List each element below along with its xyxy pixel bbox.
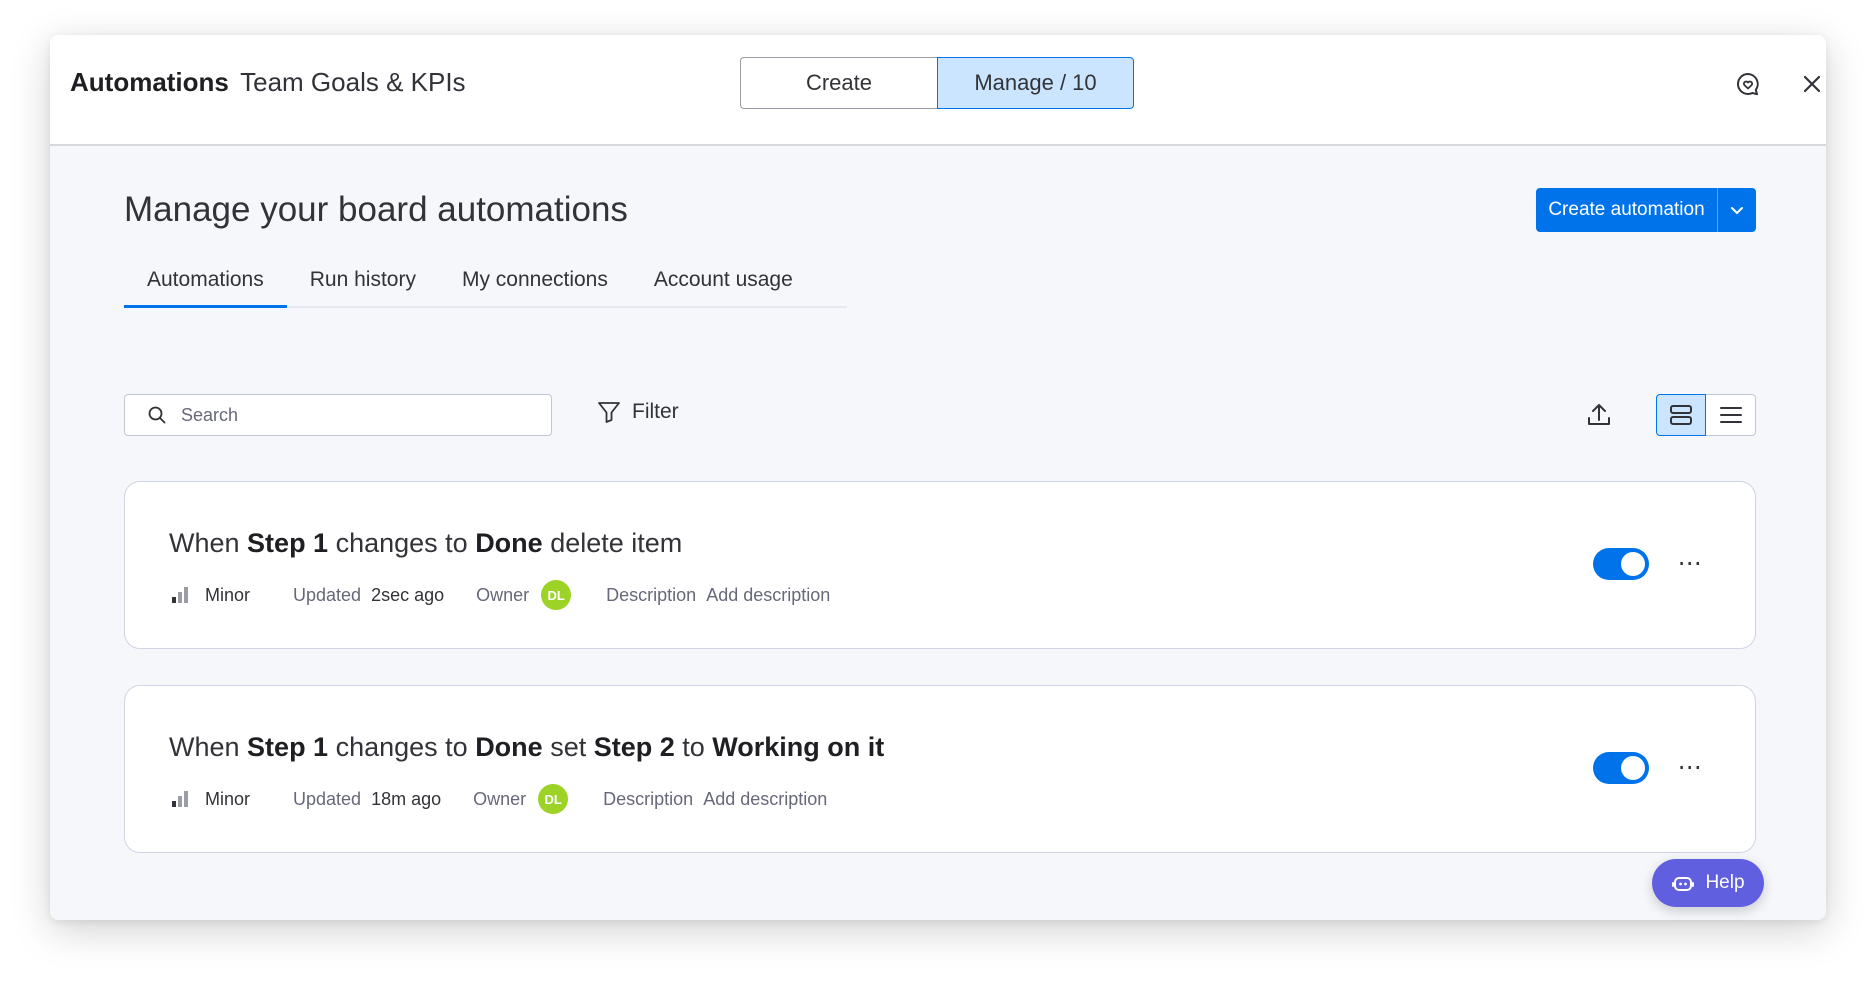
- recipe-value: Done: [475, 528, 543, 558]
- automation-meta: Minor Updated 18m ago Owner DL Descripti…: [169, 784, 827, 814]
- manage-tab-button[interactable]: Manage / 10: [937, 57, 1134, 109]
- modal-header: Automations Team Goals & KPIs Create Man…: [50, 35, 1826, 146]
- mode-segmented-control: Create Manage / 10: [740, 57, 1134, 111]
- automation-toggle[interactable]: [1593, 548, 1649, 580]
- feedback-chat-icon[interactable]: [1734, 70, 1762, 98]
- page-title: Manage your board automations: [124, 190, 628, 229]
- owner-avatar[interactable]: DL: [538, 784, 569, 814]
- chevron-down-icon: [1731, 207, 1743, 214]
- recipe-text: changes to: [328, 528, 476, 558]
- filter-label: Filter: [632, 400, 679, 423]
- recipe-text: When: [169, 732, 248, 762]
- recipe-column: Step 1: [247, 732, 329, 762]
- recipe-value: Working on it: [712, 732, 885, 762]
- help-button[interactable]: Help: [1652, 859, 1764, 907]
- add-description-link[interactable]: Add description: [706, 585, 830, 606]
- recipe-text: set: [542, 732, 594, 762]
- filter-icon: [598, 402, 620, 423]
- board-name: Team Goals & KPIs: [240, 67, 466, 97]
- recipe-text: When: [169, 528, 248, 558]
- recipe-text: changes to: [328, 732, 476, 762]
- modal-title: Automations Team Goals & KPIs: [70, 67, 466, 98]
- create-automation-dropdown[interactable]: [1717, 188, 1756, 232]
- close-icon[interactable]: [1798, 70, 1826, 98]
- toggle-knob: [1621, 756, 1645, 780]
- automations-modal: Automations Team Goals & KPIs Create Man…: [50, 35, 1826, 920]
- filter-button[interactable]: Filter: [596, 399, 679, 425]
- robot-help-icon: [1672, 877, 1695, 891]
- automation-meta: Minor Updated 2sec ago Owner DL Descript…: [169, 580, 830, 610]
- priority-value: Minor: [205, 788, 251, 809]
- automation-toggle[interactable]: [1593, 752, 1649, 784]
- updated-value: 2sec ago: [371, 584, 445, 605]
- more-options-icon[interactable]: ⋯: [1675, 752, 1705, 782]
- toggle-knob: [1621, 552, 1645, 576]
- view-toggle: [1656, 394, 1756, 436]
- owner-label: Owner: [476, 584, 530, 605]
- add-description-link[interactable]: Add description: [703, 789, 827, 810]
- description-label: Description: [603, 788, 694, 809]
- help-label: Help: [1705, 872, 1745, 893]
- tab-account-usage[interactable]: Account usage: [631, 268, 816, 306]
- export-icon[interactable]: [1584, 400, 1614, 430]
- recipe-value: Done: [475, 732, 543, 762]
- updated-label: Updated: [293, 584, 362, 605]
- card-view-button[interactable]: [1656, 394, 1706, 436]
- search-box[interactable]: [124, 394, 552, 436]
- search-icon: [148, 406, 166, 424]
- owner-avatar[interactable]: DL: [541, 580, 572, 610]
- recipe-column: Step 2: [593, 732, 675, 762]
- updated-label: Updated: [293, 788, 362, 809]
- search-input[interactable]: [179, 403, 543, 427]
- recipe-column: Step 1: [247, 528, 329, 558]
- recipe-text: to: [674, 732, 713, 762]
- tab-automations[interactable]: Automations: [124, 268, 287, 308]
- tab-my-connections[interactable]: My connections: [439, 268, 631, 306]
- more-options-icon[interactable]: ⋯: [1675, 548, 1705, 578]
- tab-run-history[interactable]: Run history: [287, 268, 439, 306]
- updated-value: 18m ago: [371, 788, 442, 809]
- owner-label: Owner: [473, 788, 527, 809]
- automation-card[interactable]: When Step 1 changes to Done set Step 2 t…: [124, 685, 1756, 853]
- priority-bars-icon: [172, 587, 188, 603]
- create-tab-button[interactable]: Create: [740, 57, 937, 109]
- automation-card[interactable]: When Step 1 changes to Done delete item …: [124, 481, 1756, 649]
- create-automation-label[interactable]: Create automation: [1536, 188, 1717, 232]
- automation-recipe: When Step 1 changes to Done delete item: [169, 528, 682, 559]
- create-automation-button[interactable]: Create automation: [1536, 188, 1756, 232]
- app-title: Automations: [70, 67, 229, 97]
- automation-recipe: When Step 1 changes to Done set Step 2 t…: [169, 732, 884, 763]
- recipe-text: delete item: [542, 528, 683, 558]
- description-label: Description: [606, 584, 697, 605]
- tab-bar: Automations Run history My connections A…: [124, 268, 847, 308]
- priority-bars-icon: [172, 791, 188, 807]
- list-view-button[interactable]: [1706, 394, 1756, 436]
- priority-value: Minor: [205, 584, 251, 605]
- list-view-icon: [1719, 407, 1742, 423]
- card-view-icon: [1670, 405, 1692, 425]
